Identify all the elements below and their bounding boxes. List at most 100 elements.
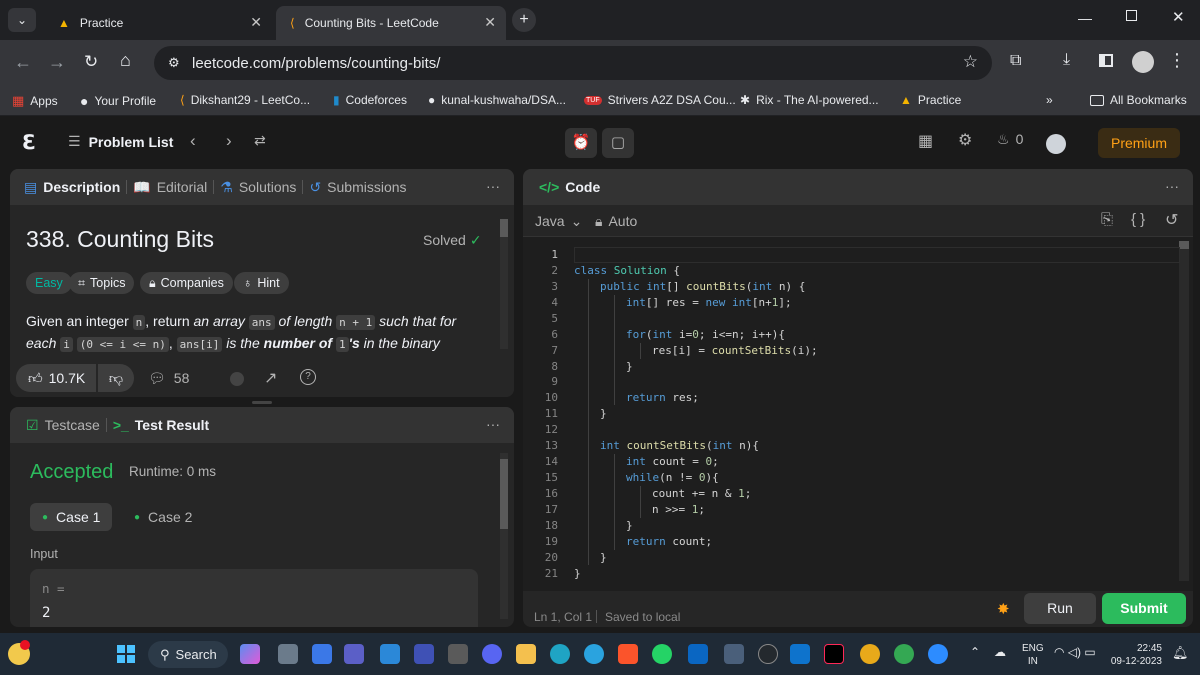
bookmark-strivers[interactable]: TUF Strivers A2Z DSA Cou... [584, 93, 736, 107]
tab-solutions[interactable]: ⚗ Solutions [214, 179, 302, 196]
profile-avatar[interactable] [1132, 51, 1154, 73]
home-icon[interactable]: ⌂ [120, 50, 131, 71]
premium-button[interactable]: Premium [1098, 128, 1180, 158]
topics-tag[interactable]: ⌗ Topics [69, 272, 135, 294]
forward-icon[interactable]: → [48, 52, 66, 73]
test-scroll-thumb[interactable] [500, 459, 508, 529]
comments-button[interactable]: 💬︎ 58 [148, 370, 189, 387]
language-indicator[interactable]: ENG IN [1022, 642, 1044, 668]
code-scrollbar[interactable] [1179, 241, 1189, 581]
hint-tag[interactable]: ♁ Hint [234, 272, 289, 294]
problem-list-button[interactable]: ☰ Problem List [68, 133, 173, 150]
reset-code-icon[interactable]: ↺ [1165, 210, 1178, 230]
bookmark-your-profile[interactable]: ● Your Profile [80, 93, 156, 109]
autocomplete-mode[interactable]: 🔒︎ Auto [595, 213, 637, 230]
code-scroll-thumb[interactable] [1179, 241, 1189, 249]
brave-icon[interactable] [618, 644, 638, 664]
bookmark-leetcode-profile[interactable]: ⟨ Dikshant29 - LeetCo... [180, 93, 310, 107]
bookmark-dsa-repo[interactable]: ● kunal-kushwaha/DSA... [428, 93, 566, 107]
vscode-icon[interactable] [790, 644, 810, 664]
bookmark-codeforces[interactable]: ▮ Codeforces [333, 93, 407, 107]
intellij-icon[interactable] [824, 644, 844, 664]
tab-description[interactable]: ▤ Description [18, 179, 126, 196]
tab-test-result[interactable]: >_ Test Result [107, 417, 215, 433]
menu-kebab-icon[interactable]: ⋮ [1168, 50, 1186, 71]
shuffle-icon[interactable]: ⇄ [254, 132, 266, 149]
reload-icon[interactable]: ↻ [84, 52, 98, 72]
more-options-icon[interactable]: ··· [486, 416, 500, 432]
download-icon[interactable]: ⤓ [1063, 51, 1070, 69]
case-2-tab[interactable]: ● Case 2 [122, 503, 192, 531]
close-icon[interactable]: ✕ [484, 14, 496, 31]
layout-grid-icon[interactable]: ▦ [918, 131, 933, 151]
telegram-icon[interactable] [584, 644, 604, 664]
description-scroll-thumb[interactable] [500, 219, 508, 237]
minimize-button[interactable]: — [1078, 10, 1092, 26]
site-info-icon[interactable]: ⚙ [168, 55, 180, 71]
notifications-icon[interactable]: 🔔︎ [1172, 645, 1189, 661]
timer-button[interactable]: ⏰ [565, 128, 597, 158]
language-select[interactable]: Java ⌄ [535, 213, 582, 230]
new-tab-button[interactable]: + [512, 8, 536, 32]
user-avatar[interactable] [1046, 134, 1066, 154]
browser-tab-practice[interactable]: ▲ Practice ✕ [44, 6, 272, 40]
tab-testcase[interactable]: ☑ Testcase [20, 417, 106, 434]
discord-icon[interactable] [482, 644, 502, 664]
bookmark-practice[interactable]: ▲ Practice [900, 93, 961, 107]
back-icon[interactable]: ← [14, 52, 32, 73]
file-explorer-icon[interactable] [516, 644, 536, 664]
submit-button[interactable]: Submit [1102, 593, 1186, 624]
prev-problem-icon[interactable]: ‹ [190, 131, 196, 151]
streak-counter[interactable]: ♨ 0 [997, 131, 1023, 148]
whatsapp-icon[interactable] [652, 644, 672, 664]
notes-button[interactable]: ▢ [602, 128, 634, 158]
browser-tab-counting-bits[interactable]: ⟨ Counting Bits - LeetCode ✕ [276, 6, 506, 40]
description-scrollbar[interactable] [500, 219, 508, 349]
app-icon[interactable] [414, 644, 434, 664]
app-icon[interactable] [724, 644, 744, 664]
github-desktop-icon[interactable] [758, 644, 778, 664]
teams-icon[interactable] [344, 644, 364, 664]
copilot-icon[interactable] [240, 644, 260, 664]
zoom-icon[interactable] [928, 644, 948, 664]
side-panel-icon[interactable] [1099, 54, 1113, 67]
taskbar-search[interactable]: ⚲ Search [148, 641, 228, 668]
docs-icon[interactable] [312, 644, 332, 664]
panel-resize-handle[interactable] [252, 401, 272, 404]
tab-editorial[interactable]: 📖 Editorial [127, 179, 213, 196]
next-problem-icon[interactable]: › [226, 131, 232, 151]
star-icon[interactable] [230, 372, 244, 386]
more-options-icon[interactable]: ··· [1165, 178, 1179, 194]
code-editor[interactable]: class Solution { public int[] countBits(… [560, 248, 1176, 588]
start-button[interactable] [117, 645, 135, 663]
bookmark-icon[interactable]: ⎘ [1101, 211, 1113, 228]
like-button[interactable]: 👍︎ 10.7K [16, 364, 96, 392]
wifi-volume-battery[interactable]: ◠ ◁) ▭ [1054, 645, 1096, 659]
linkedin-icon[interactable] [688, 644, 708, 664]
bookmark-star-icon[interactable]: ☆ [963, 52, 978, 72]
run-button[interactable]: Run [1024, 593, 1096, 624]
format-code-icon[interactable]: { } [1131, 211, 1145, 228]
help-icon[interactable]: ? [300, 369, 316, 385]
bookmark-rix[interactable]: ✱ Rix - The AI-powered... [740, 93, 879, 107]
leetcode-logo-icon[interactable]: ℇ [22, 130, 34, 155]
tab-search-dropdown[interactable]: ⌄ [8, 8, 36, 32]
companies-tag[interactable]: 🔒︎ Companies [140, 272, 233, 294]
task-view-icon[interactable] [278, 644, 298, 664]
settings-gear-icon[interactable]: ⚙ [958, 130, 972, 150]
app-icon[interactable] [448, 644, 468, 664]
all-bookmarks-button[interactable]: All Bookmarks [1090, 93, 1187, 107]
address-bar[interactable]: ⚙ leetcode.com/problems/counting-bits/ ☆ [154, 46, 992, 80]
close-window-button[interactable]: ✕ [1172, 8, 1185, 26]
clock[interactable]: 22:45 09-12-2023 [1110, 642, 1162, 668]
bookmarks-overflow-icon[interactable]: » [1046, 93, 1053, 107]
store-icon[interactable] [380, 644, 400, 664]
tray-overflow-icon[interactable]: ⌃ [970, 645, 980, 659]
ai-assist-icon[interactable]: ✸ [997, 600, 1010, 618]
code-tab[interactable]: </> Code [533, 179, 606, 195]
bookmark-apps[interactable]: ▦ Apps [12, 93, 58, 109]
restore-button[interactable] [1126, 10, 1137, 21]
dislike-button[interactable]: 👎︎ [98, 364, 134, 392]
more-options-icon[interactable]: ··· [486, 178, 500, 194]
share-icon[interactable]: ↗ [264, 368, 277, 388]
